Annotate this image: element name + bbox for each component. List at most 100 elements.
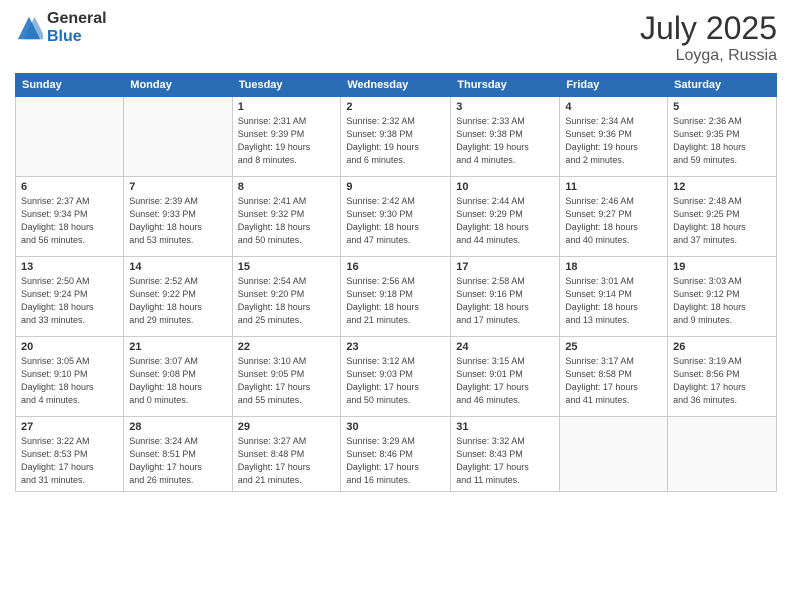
day-number: 16 bbox=[346, 261, 445, 273]
header-day-tuesday: Tuesday bbox=[232, 74, 341, 97]
calendar-cell: 30Sunrise: 3:29 AM Sunset: 8:46 PM Dayli… bbox=[341, 417, 451, 492]
day-number: 19 bbox=[673, 261, 771, 273]
day-info: Sunrise: 2:50 AM Sunset: 9:24 PM Dayligh… bbox=[21, 275, 118, 327]
calendar-cell: 29 Sunrise: 3:27 AM Sunset: 8:48 PM Dayli… bbox=[232, 417, 341, 492]
day-info: Sunrise: 2:54 AM Sunset: 9:20 PM Dayligh… bbox=[238, 275, 336, 327]
title-month: July 2025 bbox=[640, 10, 777, 47]
logo-blue-text: Blue bbox=[47, 28, 107, 46]
calendar-cell: 12 Sunrise: 2:48 AM Sunset: 9:25 PM Dayli… bbox=[668, 177, 777, 257]
day-number: 25 bbox=[565, 341, 662, 353]
calendar-cell bbox=[124, 97, 232, 177]
calendar-week-row: 20 Sunrise: 3:05 AM Sunset: 9:10 PM Dayli… bbox=[16, 337, 777, 417]
day-number: 12 bbox=[673, 181, 771, 193]
day-number: 10 bbox=[456, 181, 554, 193]
day-number: 17 bbox=[456, 261, 554, 273]
day-number: 18 bbox=[565, 261, 662, 273]
day-info: Sunrise: 3:32 AM Sunset: 8:43 PM Dayligh… bbox=[456, 435, 554, 487]
day-info: Sunrise: 2:48 AM Sunset: 9:25 PM Dayligh… bbox=[673, 195, 771, 247]
day-info: Sunrise: 3:17 AM Sunset: 8:58 PM Dayligh… bbox=[565, 355, 662, 407]
calendar-cell: 22 Sunrise: 3:10 AM Sunset: 9:05 PM Dayli… bbox=[232, 337, 341, 417]
day-number: 24 bbox=[456, 341, 554, 353]
day-info: Sunrise: 3:19 AM Sunset: 8:56 PM Dayligh… bbox=[673, 355, 771, 407]
calendar-week-row: 1 Sunrise: 2:31 AM Sunset: 9:39 PM Daylig… bbox=[16, 97, 777, 177]
calendar-cell: 7Sunrise: 2:39 AM Sunset: 9:33 PM Daylig… bbox=[124, 177, 232, 257]
day-info: Sunrise: 3:24 AM Sunset: 8:51 PM Dayligh… bbox=[129, 435, 226, 487]
day-number: 1 bbox=[238, 101, 336, 113]
day-info: Sunrise: 3:01 AM Sunset: 9:14 PM Dayligh… bbox=[565, 275, 662, 327]
calendar-cell: 16 Sunrise: 2:56 AM Sunset: 9:18 PM Dayli… bbox=[341, 257, 451, 337]
calendar-cell: 11Sunrise: 2:46 AM Sunset: 9:27 PM Dayli… bbox=[560, 177, 668, 257]
calendar-cell bbox=[560, 417, 668, 492]
calendar-cell: 3Sunrise: 2:33 AM Sunset: 9:38 PM Daylig… bbox=[451, 97, 560, 177]
calendar-cell: 31Sunrise: 3:32 AM Sunset: 8:43 PM Dayli… bbox=[451, 417, 560, 492]
header-day-saturday: Saturday bbox=[668, 74, 777, 97]
day-number: 30 bbox=[346, 421, 445, 433]
calendar-header-row: SundayMondayTuesdayWednesdayThursdayFrid… bbox=[16, 74, 777, 97]
calendar-cell: 6Sunrise: 2:37 AM Sunset: 9:34 PM Daylig… bbox=[16, 177, 124, 257]
header-day-monday: Monday bbox=[124, 74, 232, 97]
header-day-sunday: Sunday bbox=[16, 74, 124, 97]
day-info: Sunrise: 2:44 AM Sunset: 9:29 PM Dayligh… bbox=[456, 195, 554, 247]
day-number: 26 bbox=[673, 341, 771, 353]
logo-general-text: General bbox=[47, 10, 107, 28]
calendar-cell: 2 Sunrise: 2:32 AM Sunset: 9:38 PM Daylig… bbox=[341, 97, 451, 177]
day-number: 13 bbox=[21, 261, 118, 273]
day-number: 2 bbox=[346, 101, 445, 113]
calendar-page: General Blue July 2025 Loyga, Russia Sun… bbox=[0, 0, 792, 612]
calendar-cell bbox=[668, 417, 777, 492]
calendar-week-row: 27Sunrise: 3:22 AM Sunset: 8:53 PM Dayli… bbox=[16, 417, 777, 492]
title-location: Loyga, Russia bbox=[640, 47, 777, 65]
calendar-table: SundayMondayTuesdayWednesdayThursdayFrid… bbox=[15, 73, 777, 492]
title-block: July 2025 Loyga, Russia bbox=[640, 10, 777, 65]
calendar-cell: 23Sunrise: 3:12 AM Sunset: 9:03 PM Dayli… bbox=[341, 337, 451, 417]
header-day-wednesday: Wednesday bbox=[341, 74, 451, 97]
day-info: Sunrise: 3:05 AM Sunset: 9:10 PM Dayligh… bbox=[21, 355, 118, 407]
day-info: Sunrise: 2:34 AM Sunset: 9:36 PM Dayligh… bbox=[565, 115, 662, 167]
day-number: 28 bbox=[129, 421, 226, 433]
calendar-cell: 14Sunrise: 2:52 AM Sunset: 9:22 PM Dayli… bbox=[124, 257, 232, 337]
day-info: Sunrise: 2:36 AM Sunset: 9:35 PM Dayligh… bbox=[673, 115, 771, 167]
calendar-cell: 10 Sunrise: 2:44 AM Sunset: 9:29 PM Dayli… bbox=[451, 177, 560, 257]
calendar-cell: 18 Sunrise: 3:01 AM Sunset: 9:14 PM Dayli… bbox=[560, 257, 668, 337]
day-info: Sunrise: 2:52 AM Sunset: 9:22 PM Dayligh… bbox=[129, 275, 226, 327]
calendar-cell bbox=[16, 97, 124, 177]
calendar-cell: 19 Sunrise: 3:03 AM Sunset: 9:12 PM Dayli… bbox=[668, 257, 777, 337]
day-number: 22 bbox=[238, 341, 336, 353]
day-number: 9 bbox=[346, 181, 445, 193]
day-info: Sunrise: 2:37 AM Sunset: 9:34 PM Dayligh… bbox=[21, 195, 118, 247]
day-info: Sunrise: 2:31 AM Sunset: 9:39 PM Dayligh… bbox=[238, 115, 336, 167]
logo-icon bbox=[15, 14, 43, 42]
calendar-cell: 9 Sunrise: 2:42 AM Sunset: 9:30 PM Daylig… bbox=[341, 177, 451, 257]
day-info: Sunrise: 2:42 AM Sunset: 9:30 PM Dayligh… bbox=[346, 195, 445, 247]
header-day-friday: Friday bbox=[560, 74, 668, 97]
calendar-cell: 21Sunrise: 3:07 AM Sunset: 9:08 PM Dayli… bbox=[124, 337, 232, 417]
header: General Blue July 2025 Loyga, Russia bbox=[15, 10, 777, 65]
day-number: 5 bbox=[673, 101, 771, 113]
day-info: Sunrise: 2:56 AM Sunset: 9:18 PM Dayligh… bbox=[346, 275, 445, 327]
header-day-thursday: Thursday bbox=[451, 74, 560, 97]
calendar-cell: 1 Sunrise: 2:31 AM Sunset: 9:39 PM Daylig… bbox=[232, 97, 341, 177]
calendar-cell: 13 Sunrise: 2:50 AM Sunset: 9:24 PM Dayli… bbox=[16, 257, 124, 337]
calendar-cell: 8Sunrise: 2:41 AM Sunset: 9:32 PM Daylig… bbox=[232, 177, 341, 257]
day-info: Sunrise: 2:32 AM Sunset: 9:38 PM Dayligh… bbox=[346, 115, 445, 167]
calendar-cell: 27Sunrise: 3:22 AM Sunset: 8:53 PM Dayli… bbox=[16, 417, 124, 492]
calendar-cell: 25 Sunrise: 3:17 AM Sunset: 8:58 PM Dayli… bbox=[560, 337, 668, 417]
day-number: 21 bbox=[129, 341, 226, 353]
day-info: Sunrise: 3:15 AM Sunset: 9:01 PM Dayligh… bbox=[456, 355, 554, 407]
logo-text: General Blue bbox=[47, 10, 107, 45]
day-number: 20 bbox=[21, 341, 118, 353]
calendar-cell: 28 Sunrise: 3:24 AM Sunset: 8:51 PM Dayli… bbox=[124, 417, 232, 492]
day-number: 23 bbox=[346, 341, 445, 353]
day-info: Sunrise: 3:03 AM Sunset: 9:12 PM Dayligh… bbox=[673, 275, 771, 327]
day-number: 15 bbox=[238, 261, 336, 273]
day-info: Sunrise: 2:58 AM Sunset: 9:16 PM Dayligh… bbox=[456, 275, 554, 327]
logo: General Blue bbox=[15, 10, 107, 45]
day-number: 27 bbox=[21, 421, 118, 433]
day-info: Sunrise: 3:10 AM Sunset: 9:05 PM Dayligh… bbox=[238, 355, 336, 407]
calendar-week-row: 6Sunrise: 2:37 AM Sunset: 9:34 PM Daylig… bbox=[16, 177, 777, 257]
day-info: Sunrise: 2:39 AM Sunset: 9:33 PM Dayligh… bbox=[129, 195, 226, 247]
day-info: Sunrise: 3:27 AM Sunset: 8:48 PM Dayligh… bbox=[238, 435, 336, 487]
day-info: Sunrise: 2:41 AM Sunset: 9:32 PM Dayligh… bbox=[238, 195, 336, 247]
day-number: 29 bbox=[238, 421, 336, 433]
day-info: Sunrise: 2:46 AM Sunset: 9:27 PM Dayligh… bbox=[565, 195, 662, 247]
